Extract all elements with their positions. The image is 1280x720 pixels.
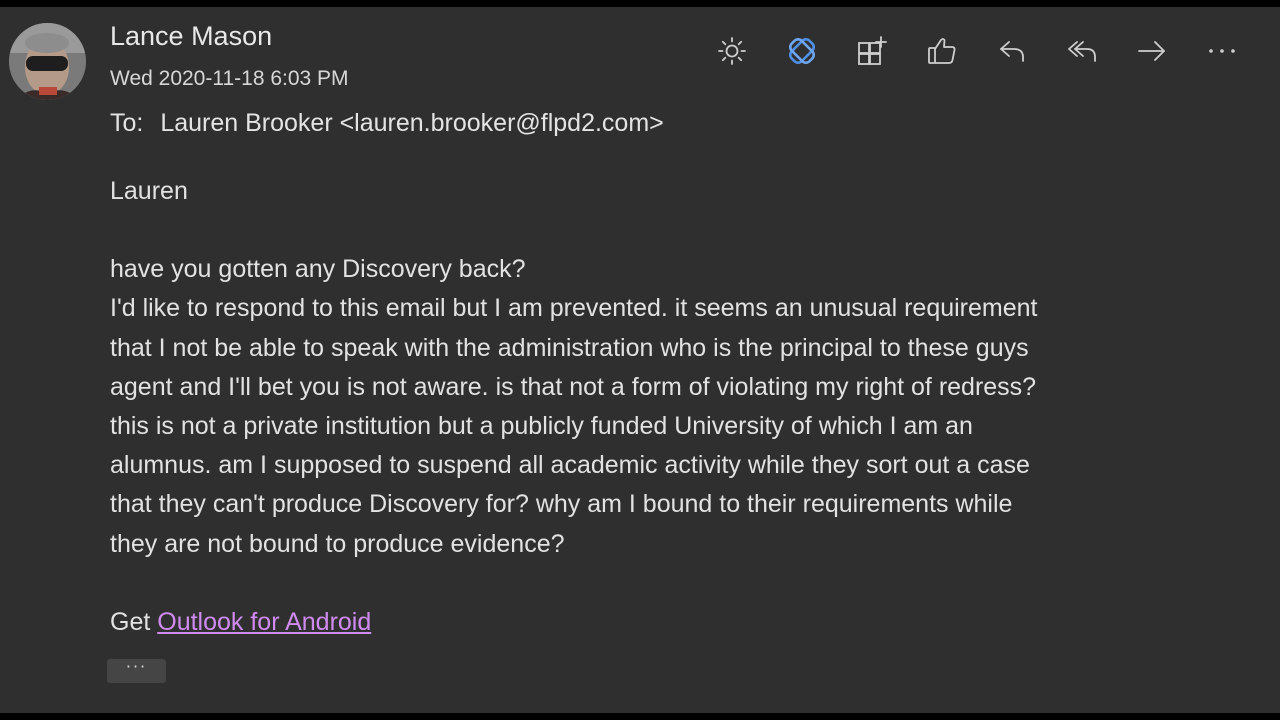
body-line: this is not a private institution but a …	[110, 412, 973, 441]
apps-add-icon	[858, 36, 887, 65]
body-line: have you gotten any Discovery back?	[110, 255, 526, 284]
sender-name[interactable]: Lance Mason	[110, 21, 272, 52]
signature: Get Outlook for Android	[110, 603, 1230, 642]
body-line: I'd like to respond to this email but I …	[110, 294, 1038, 323]
reply-button[interactable]	[992, 31, 1032, 71]
recipient-line: To: Lauren Brooker <lauren.brooker@flpd2…	[110, 109, 664, 138]
more-actions-button[interactable]	[1202, 31, 1242, 71]
message-datetime: Wed 2020-11-18 6:03 PM	[110, 67, 349, 90]
body-line: agent and I'll bet you is not aware. is …	[110, 372, 1037, 401]
reading-pane: Lance Mason Wed 2020-11-18 6:03 PM To: L…	[0, 7, 1280, 713]
like-button[interactable]	[922, 31, 962, 71]
reply-all-icon	[1068, 41, 1096, 62]
outlook-for-android-link[interactable]: Outlook for Android	[157, 608, 371, 636]
forward-button[interactable]	[1132, 31, 1172, 71]
recipient[interactable]: Lauren Brooker <lauren.brooker@flpd2.com…	[160, 109, 663, 137]
show-trimmed-content-button[interactable]: ···	[107, 659, 166, 683]
more-actions-icon	[1209, 49, 1235, 53]
immersive-reader-button[interactable]	[712, 31, 752, 71]
greeting: Lauren	[110, 177, 188, 205]
signature-prefix: Get	[110, 607, 151, 636]
reply-all-button[interactable]	[1062, 31, 1102, 71]
to-label: To:	[110, 109, 144, 137]
message-toolbar	[712, 29, 1242, 73]
body-line: they are not bound to produce evidence?	[110, 529, 565, 558]
body-line: that I not be able to speak with the adm…	[110, 333, 1029, 362]
forward-icon	[1138, 41, 1165, 61]
sun-icon	[718, 37, 746, 65]
thumbs-up-icon	[928, 38, 956, 64]
apps-button[interactable]	[852, 31, 892, 71]
avatar-photo	[9, 23, 86, 100]
body-line: that they can't produce Discovery for? w…	[110, 490, 1013, 519]
body-line: alumnus. am I supposed to suspend all ac…	[110, 451, 1030, 480]
loop-button[interactable]	[782, 31, 822, 71]
reply-icon	[1000, 41, 1024, 62]
loop-app-icon	[788, 37, 816, 65]
message-body: Lauren have you gotten any Discovery bac…	[110, 172, 1230, 642]
sender-avatar[interactable]	[9, 23, 86, 100]
